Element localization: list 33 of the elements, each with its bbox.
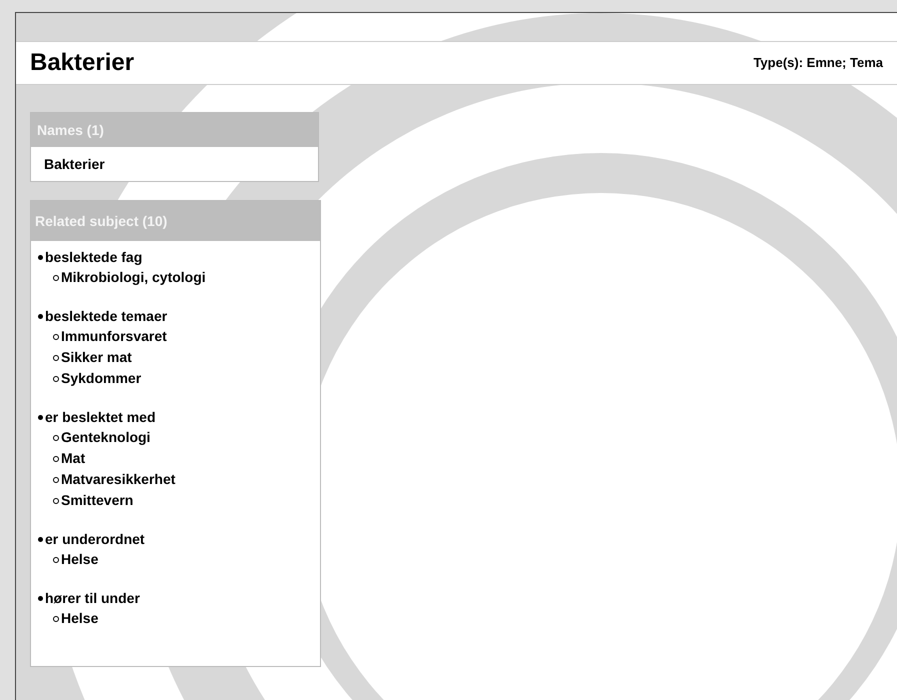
subject-link[interactable]: Matvaresikkerhet [61, 469, 176, 490]
subject-link[interactable]: Smittevern [61, 490, 134, 511]
subject-link[interactable]: Mat [61, 448, 86, 469]
bullet-icon [53, 434, 59, 440]
bullet-icon [53, 274, 59, 280]
bullet-icon [53, 456, 59, 462]
bullet-icon [38, 536, 43, 542]
bullet-icon [53, 498, 59, 504]
bullet-icon [53, 376, 59, 382]
bullet-icon [53, 334, 59, 340]
subject-link[interactable]: Mikrobiologi, cytologi [61, 267, 206, 288]
name-item: Bakterier [44, 155, 106, 173]
subject-link[interactable]: Helse [61, 549, 98, 570]
subject-link[interactable]: Immunforsvaret [61, 326, 167, 347]
relation-label: er underordnet [45, 530, 145, 548]
bullet-icon [53, 354, 59, 360]
bullet-icon [38, 414, 43, 420]
bullet-icon [53, 616, 59, 622]
relation-label: beslektede fag [45, 248, 142, 267]
relation-label: er beslektet med [45, 408, 156, 426]
bullet-icon [53, 476, 59, 482]
subject-link[interactable]: Helse [61, 608, 98, 629]
subject-link[interactable]: Genteknologi [61, 427, 150, 448]
subject-link[interactable]: Sykdommer [61, 368, 142, 389]
type-label: Type(s): Emne; Tema [753, 54, 883, 72]
page-title: Bakterier [30, 48, 134, 78]
subject-link[interactable]: Sikker mat [61, 347, 132, 368]
bullet-icon [38, 596, 43, 600]
bullet-icon [38, 314, 43, 318]
relation-label: hører til under [45, 588, 140, 608]
bullet-icon [38, 254, 43, 260]
relation-label: beslektede temaer [45, 306, 168, 326]
bullet-icon [53, 556, 59, 562]
